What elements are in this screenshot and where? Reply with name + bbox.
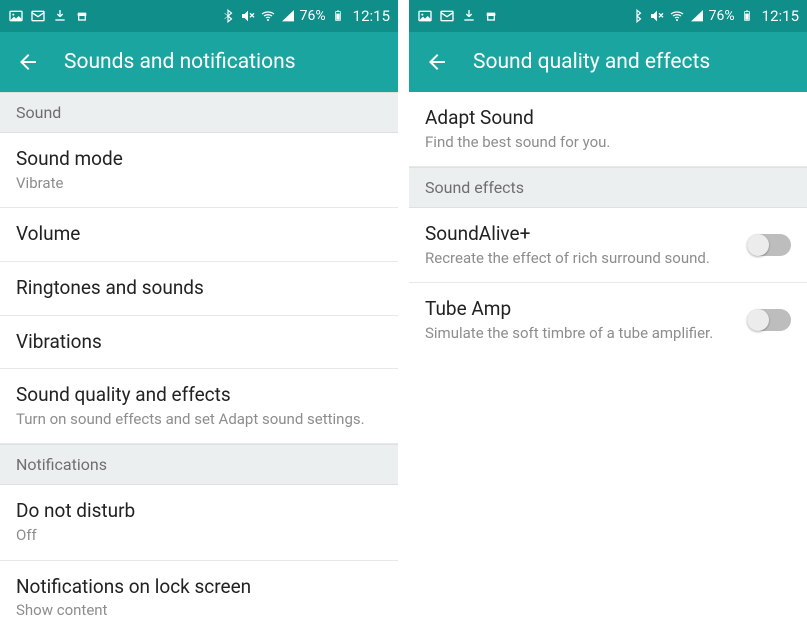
item-lock-screen-notifications[interactable]: Notifications on lock screen Show conten… <box>0 561 398 625</box>
status-bar: 76% 12:15 <box>0 0 398 32</box>
battery-label: 76% <box>709 8 735 24</box>
item-title: Ringtones and sounds <box>16 276 382 301</box>
toggle-soundalive[interactable] <box>747 234 791 256</box>
picture-icon <box>417 8 433 24</box>
back-icon[interactable] <box>16 50 40 74</box>
item-title: Volume <box>16 222 382 247</box>
item-sub: Find the best sound for you. <box>425 133 791 153</box>
item-tube-amp[interactable]: Tube Amp Simulate the soft timbre of a t… <box>409 283 807 357</box>
store-icon <box>483 8 499 24</box>
bluetooth-icon <box>629 8 645 24</box>
item-sub: Simulate the soft timbre of a tube ampli… <box>425 324 735 344</box>
download-icon <box>461 8 477 24</box>
page-title: Sound quality and effects <box>473 50 710 74</box>
action-bar: Sounds and notifications <box>0 32 398 92</box>
battery-icon <box>330 8 346 24</box>
item-title: Notifications on lock screen <box>16 575 382 600</box>
item-sub: Recreate the effect of rich surround sou… <box>425 249 735 269</box>
page-title: Sounds and notifications <box>64 50 296 74</box>
item-sound-quality[interactable]: Sound quality and effects Turn on sound … <box>0 369 398 444</box>
picture-icon <box>8 8 24 24</box>
item-volume[interactable]: Volume <box>0 208 398 262</box>
mail-icon <box>439 8 455 24</box>
item-adapt-sound[interactable]: Adapt Sound Find the best sound for you. <box>409 92 807 167</box>
signal-icon <box>280 8 296 24</box>
item-title: Tube Amp <box>425 297 735 322</box>
item-sub: Off <box>16 526 382 546</box>
battery-label: 76% <box>300 8 326 24</box>
section-sound-effects: Sound effects <box>409 167 807 208</box>
section-sound: Sound <box>0 92 398 133</box>
item-sub: Vibrate <box>16 174 382 194</box>
status-bar: 76% 12:15 <box>409 0 807 32</box>
back-icon[interactable] <box>425 50 449 74</box>
wifi-icon <box>669 8 685 24</box>
screen-sounds-notifications: 76% 12:15 Sounds and notifications Sound… <box>0 0 398 625</box>
bluetooth-icon <box>220 8 236 24</box>
item-title: Sound quality and effects <box>16 383 382 408</box>
mail-icon <box>30 8 46 24</box>
item-title: SoundAlive+ <box>425 222 735 247</box>
item-sound-mode[interactable]: Sound mode Vibrate <box>0 133 398 208</box>
download-icon <box>52 8 68 24</box>
signal-icon <box>689 8 705 24</box>
time-label: 12:15 <box>762 7 799 25</box>
time-label: 12:15 <box>353 7 390 25</box>
item-do-not-disturb[interactable]: Do not disturb Off <box>0 485 398 560</box>
mute-icon <box>649 8 665 24</box>
item-sub: Show content <box>16 601 382 621</box>
store-icon <box>74 8 90 24</box>
mute-icon <box>240 8 256 24</box>
item-title: Adapt Sound <box>425 106 791 131</box>
action-bar: Sound quality and effects <box>409 32 807 92</box>
section-notifications: Notifications <box>0 444 398 485</box>
item-vibrations[interactable]: Vibrations <box>0 316 398 370</box>
item-soundalive[interactable]: SoundAlive+ Recreate the effect of rich … <box>409 208 807 283</box>
item-title: Sound mode <box>16 147 382 172</box>
wifi-icon <box>260 8 276 24</box>
item-sub: Turn on sound effects and set Adapt soun… <box>16 410 382 430</box>
toggle-tube-amp[interactable] <box>747 309 791 331</box>
item-title: Do not disturb <box>16 499 382 524</box>
battery-icon <box>739 8 755 24</box>
screen-sound-quality-effects: 76% 12:15 Sound quality and effects Adap… <box>409 0 807 625</box>
item-ringtones[interactable]: Ringtones and sounds <box>0 262 398 316</box>
item-title: Vibrations <box>16 330 382 355</box>
